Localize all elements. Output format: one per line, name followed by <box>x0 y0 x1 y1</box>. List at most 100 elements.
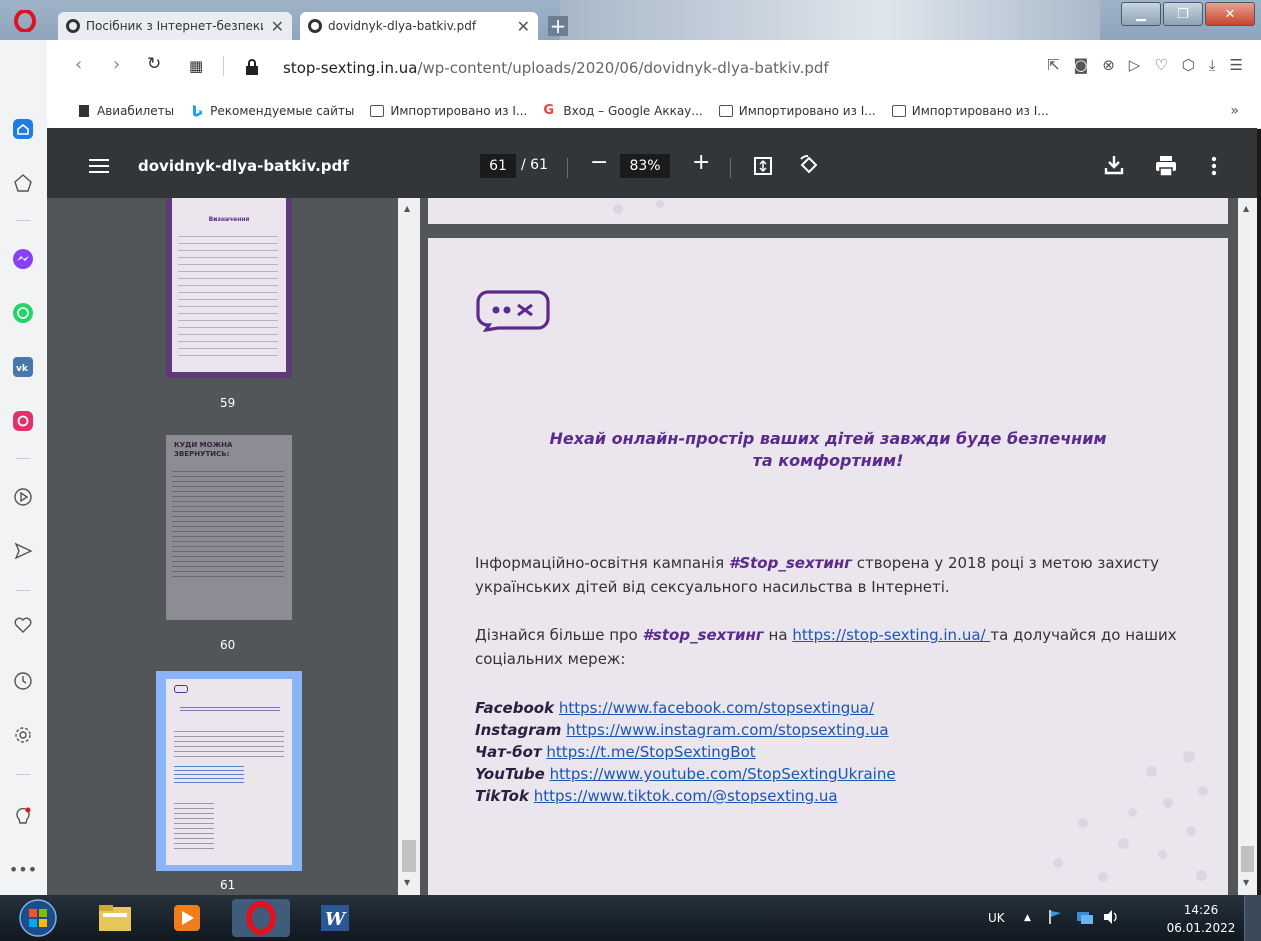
history-icon[interactable] <box>12 670 34 692</box>
bookmark-heart-icon[interactable]: ♡ <box>1154 56 1167 74</box>
new-tab-button[interactable]: + <box>548 16 568 36</box>
chatbot-link[interactable]: https://t.me/StopSextingBot <box>546 743 755 761</box>
lock-icon[interactable] <box>245 59 259 75</box>
bookmark-imported-3[interactable]: Импортировано из I... <box>891 104 1049 118</box>
bookmark-imported-1[interactable]: Импортировано из I... <box>370 104 527 118</box>
thumbnail-page-body: Визначення <box>172 198 286 372</box>
heart-icon[interactable] <box>12 614 34 636</box>
taskbar-explorer[interactable] <box>86 899 144 937</box>
speed-dial-icon[interactable] <box>12 172 34 194</box>
back-icon[interactable]: ‹ <box>75 54 82 75</box>
messenger-icon[interactable] <box>12 248 34 270</box>
taskbar-word[interactable]: W <box>306 899 364 937</box>
chat-bubble-icon <box>476 290 550 332</box>
minimize-button[interactable]: ▁ <box>1121 2 1161 26</box>
bookmarks-bar: Авиабилеты Рекомендуемые сайты Импортиро… <box>47 94 1261 129</box>
scroll-up-arrow-icon[interactable]: ▲ <box>404 204 410 213</box>
adblock-icon[interactable]: ⊗ <box>1102 56 1115 74</box>
opera-logo-icon[interactable] <box>14 10 36 32</box>
snapshot-icon[interactable]: ◙ <box>1074 56 1089 74</box>
thumbnail-page-60[interactable]: КУДИ МОЖНА ЗВЕРНУТИСЬ: <box>166 435 292 620</box>
thumbnail-page-body <box>166 679 292 865</box>
learn-more-paragraph: Дізнайся більше про #stop_sexтинг на htt… <box>475 623 1205 671</box>
scroll-down-arrow-icon[interactable]: ▼ <box>1243 878 1249 887</box>
bing-icon <box>193 105 203 117</box>
vk-icon[interactable]: vk <box>12 356 34 378</box>
scrollbar-thumb[interactable] <box>402 840 416 872</box>
download-icon[interactable] <box>1103 154 1125 176</box>
maximize-button[interactable]: ❐ <box>1163 2 1203 26</box>
tiktok-link[interactable]: https://www.tiktok.com/@stopsexting.ua <box>534 787 838 805</box>
scroll-up-arrow-icon[interactable]: ▲ <box>1243 204 1249 213</box>
bookmark-imported-2[interactable]: Импортировано из I... <box>718 104 876 118</box>
rotate-icon[interactable] <box>798 154 820 176</box>
send-icon[interactable] <box>12 540 34 562</box>
clock-date: 06.01.2022 <box>1166 921 1236 935</box>
whatsapp-icon[interactable] <box>12 302 34 324</box>
share-icon[interactable]: ⇱ <box>1047 56 1060 74</box>
bookmark-google-login[interactable]: G Вход – Google Аккау... <box>543 104 702 118</box>
instagram-icon[interactable] <box>12 410 34 432</box>
bookmark-recommended[interactable]: Рекомендуемые сайты <box>190 104 354 118</box>
easy-setup-icon[interactable]: ▦ <box>189 57 203 75</box>
fit-page-icon[interactable] <box>754 157 772 175</box>
reload-icon[interactable]: ↻ <box>147 54 161 74</box>
forward-icon[interactable]: › <box>113 54 120 75</box>
extensions-icon[interactable]: ⬡ <box>1182 56 1195 74</box>
folder-icon <box>370 105 385 117</box>
toolbar-separator <box>567 158 568 178</box>
close-window-button[interactable]: ✕ <box>1205 2 1255 26</box>
downloads-icon[interactable]: ⤓ <box>1209 56 1216 74</box>
show-desktop-button[interactable] <box>1244 895 1261 941</box>
more-actions-icon[interactable] <box>1211 156 1217 176</box>
tab-internet-safety-guide[interactable]: Посібник з Інтернет-безпеки ✕ <box>58 12 292 40</box>
bookmarks-overflow-button[interactable]: » <box>1230 103 1239 119</box>
zoom-out-button[interactable]: − <box>590 150 608 175</box>
tab-pdf[interactable]: dovidnyk-dlya-batkiv.pdf ✕ <box>300 12 538 40</box>
scrollbar-thumb[interactable] <box>1241 846 1254 872</box>
player-icon[interactable] <box>12 486 34 508</box>
bookmark-aviabilety[interactable]: Авиабилеты <box>77 104 174 118</box>
close-tab-icon[interactable]: ✕ <box>271 17 284 36</box>
youtube-link[interactable]: https://www.youtube.com/StopSextingUkrai… <box>550 765 896 783</box>
taskbar-opera[interactable] <box>232 899 290 937</box>
close-tab-icon[interactable]: ✕ <box>517 17 530 36</box>
tab-label: dovidnyk-dlya-batkiv.pdf <box>328 19 477 33</box>
more-icon[interactable]: ••• <box>9 858 37 880</box>
social-instagram: Instagram https://www.instagram.com/stop… <box>475 720 889 740</box>
url-field[interactable]: stop-sexting.in.ua/wp-content/uploads/20… <box>283 59 829 77</box>
google-icon: G <box>543 103 555 118</box>
thumbnail-page-59[interactable]: Визначення <box>166 198 292 378</box>
volume-icon[interactable] <box>1102 909 1120 925</box>
zoom-in-button[interactable]: + <box>692 150 710 175</box>
print-icon[interactable] <box>1155 156 1177 176</box>
show-hidden-icons-icon[interactable]: ▲ <box>1024 913 1031 923</box>
send-page-icon[interactable]: ▷ <box>1129 56 1141 74</box>
network-icon[interactable] <box>1076 909 1094 925</box>
facebook-link[interactable]: https://www.facebook.com/stopsextingua/ <box>559 699 874 717</box>
thumbnail-page-61-selected[interactable] <box>156 671 302 871</box>
instagram-link[interactable]: https://www.instagram.com/stopsexting.ua <box>566 721 888 739</box>
sidebar-separator <box>16 590 30 591</box>
decor-dot <box>1183 751 1195 763</box>
lightbulb-icon[interactable] <box>12 806 34 828</box>
menu-icon[interactable] <box>89 158 109 174</box>
language-indicator[interactable]: UK <box>988 911 1005 925</box>
taskbar-media-player[interactable] <box>158 899 216 937</box>
toolbar-separator <box>730 158 731 178</box>
thumbnail-chat-icon <box>174 685 188 693</box>
decor-dot <box>1118 838 1129 849</box>
thumbnails-scrollbar[interactable]: ▲ ▼ <box>398 198 420 895</box>
site-link[interactable]: https://stop-sexting.in.ua/ <box>792 626 990 644</box>
page-number-input[interactable]: 61 <box>480 154 516 178</box>
main-scrollbar[interactable]: ▲ ▼ <box>1238 198 1257 895</box>
system-clock[interactable]: 14:26 06.01.2022 <box>1164 901 1238 937</box>
action-center-flag-icon[interactable] <box>1048 909 1064 925</box>
scroll-down-arrow-icon[interactable]: ▼ <box>404 878 410 887</box>
home-icon[interactable] <box>12 118 34 140</box>
social-name: TikTok <box>475 787 529 805</box>
settings-icon[interactable] <box>12 724 34 746</box>
start-button-icon[interactable] <box>8 897 68 939</box>
easy-setup-menu-icon[interactable]: ☰ <box>1230 56 1243 74</box>
zoom-input[interactable]: 83% <box>620 154 670 178</box>
